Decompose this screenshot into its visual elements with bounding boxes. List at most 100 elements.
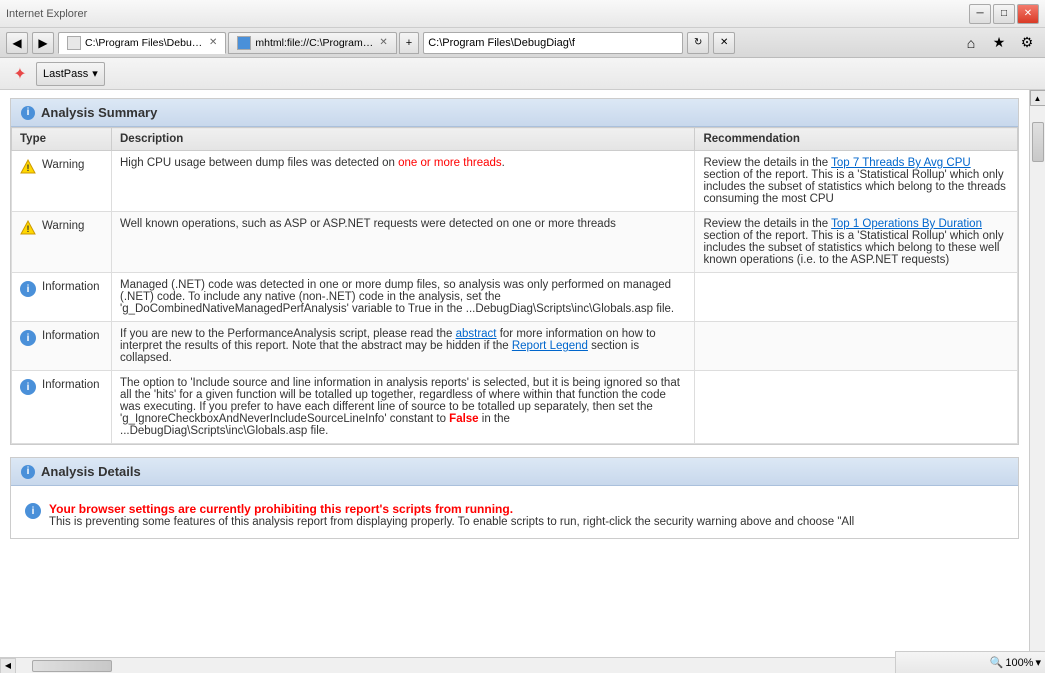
warning-icon-1: ! bbox=[20, 159, 36, 175]
analysis-details-section: i Analysis Details i Your browser settin… bbox=[10, 457, 1019, 539]
top7-threads-link[interactable]: Top 7 Threads By Avg CPU bbox=[831, 157, 971, 169]
tab1-favicon bbox=[67, 36, 81, 50]
home-icon[interactable]: ⌂ bbox=[959, 31, 983, 55]
refresh-button[interactable]: ↻ bbox=[687, 32, 709, 54]
restore-button[interactable]: □ bbox=[993, 4, 1015, 24]
tab2-close[interactable]: ✕ bbox=[379, 37, 387, 48]
lastpass-button[interactable]: LastPass ▾ bbox=[36, 62, 105, 86]
rec-cell-4 bbox=[695, 322, 1018, 371]
close-button[interactable]: ✕ bbox=[1017, 4, 1039, 24]
address-input[interactable] bbox=[423, 32, 683, 54]
tab1-close[interactable]: ✕ bbox=[209, 37, 217, 48]
type-cell-2: ! Warning bbox=[12, 212, 112, 273]
table-row: i Information If you are new to the Perf… bbox=[12, 322, 1018, 371]
type-cell-1: ! Warning bbox=[12, 151, 112, 212]
scroll-up-arrow[interactable]: ▲ bbox=[1030, 90, 1045, 106]
analysis-summary-title: Analysis Summary bbox=[41, 105, 157, 120]
scroll-thumb[interactable] bbox=[1032, 122, 1044, 162]
warning-icon-2: ! bbox=[20, 220, 36, 236]
stop-button[interactable]: ✕ bbox=[713, 32, 735, 54]
desc-text-3: Managed (.NET) code was detected in one … bbox=[120, 279, 674, 315]
zoom-dropdown-icon[interactable]: ▾ bbox=[1035, 656, 1041, 669]
table-row: i Information The option to 'Include sou… bbox=[12, 371, 1018, 444]
type-label-1: Warning bbox=[42, 159, 84, 171]
desc-cell-4: If you are new to the PerformanceAnalysi… bbox=[112, 322, 695, 371]
main-content: i Analysis Summary Type Description Reco… bbox=[0, 90, 1045, 673]
details-section-icon: i bbox=[21, 465, 35, 479]
details-content: i Your browser settings are currently pr… bbox=[11, 486, 1018, 538]
info-icon-3: i bbox=[20, 281, 36, 297]
title-bar: Internet Explorer ─ □ ✕ bbox=[0, 0, 1045, 28]
rec-text-2: Review the details in the Top 1 Operatio… bbox=[703, 218, 1003, 266]
type-label-3: Information bbox=[42, 281, 100, 293]
browser-title: Internet Explorer bbox=[6, 8, 87, 20]
toolbar: ✦ LastPass ▾ bbox=[0, 58, 1045, 90]
info-icon-5: i bbox=[20, 379, 36, 395]
title-bar-left: Internet Explorer bbox=[6, 8, 87, 20]
analysis-summary-table: Type Description Recommendation ! bbox=[11, 127, 1018, 444]
tab1-label: C:\Program Files\DebugDiag\f bbox=[85, 37, 205, 49]
type-cell-4: i Information bbox=[12, 322, 112, 371]
desc-cell-1: High CPU usage between dump files was de… bbox=[112, 151, 695, 212]
rec-cell-1: Review the details in the Top 7 Threads … bbox=[695, 151, 1018, 212]
zoom-level: 100% bbox=[1005, 657, 1033, 669]
col-description: Description bbox=[112, 128, 695, 151]
tab-2[interactable]: mhtml:file://C:\Program Fil... ✕ bbox=[228, 32, 396, 54]
new-tab-button[interactable]: + bbox=[399, 32, 419, 54]
notice-normal-text: This is preventing some features of this… bbox=[49, 516, 854, 528]
svg-text:!: ! bbox=[27, 163, 30, 173]
tab2-label: mhtml:file://C:\Program Fil... bbox=[255, 37, 375, 49]
back-button[interactable]: ◀ bbox=[6, 32, 28, 54]
section-icon: i bbox=[21, 106, 35, 120]
tab-bar: C:\Program Files\DebugDiag\f ✕ mhtml:fil… bbox=[58, 32, 419, 54]
zoom-magnifier-icon: 🔍 bbox=[990, 656, 1004, 669]
report-legend-link[interactable]: Report Legend bbox=[512, 340, 588, 352]
analysis-summary-header: i Analysis Summary bbox=[11, 99, 1018, 127]
analysis-details-title: Analysis Details bbox=[41, 464, 141, 479]
notice-info-icon: i bbox=[25, 503, 41, 519]
desc-cell-2: Well known operations, such as ASP or AS… bbox=[112, 212, 695, 273]
svg-text:!: ! bbox=[27, 224, 30, 234]
type-cell-3: i Information bbox=[12, 273, 112, 322]
desc-text-5: The option to 'Include source and line i… bbox=[120, 377, 680, 437]
info-icon-4: i bbox=[20, 330, 36, 346]
horizontal-scrollbar[interactable]: ◀ ▶ bbox=[0, 657, 1029, 673]
vertical-scrollbar[interactable]: ▲ ▼ bbox=[1029, 90, 1045, 673]
lastpass-dropdown-icon: ▾ bbox=[92, 67, 98, 80]
lastpass-label: LastPass bbox=[43, 68, 88, 80]
col-type: Type bbox=[12, 128, 112, 151]
analysis-summary-section: i Analysis Summary Type Description Reco… bbox=[10, 98, 1019, 445]
analysis-details-header: i Analysis Details bbox=[11, 458, 1018, 486]
settings-icon[interactable]: ⚙ bbox=[1015, 31, 1039, 55]
table-row: ! Warning Well known operations, such as… bbox=[12, 212, 1018, 273]
notice-red-text: Your browser settings are currently proh… bbox=[49, 502, 854, 516]
zoom-bar: 🔍 100% ▾ bbox=[895, 651, 1045, 673]
page-body: i Analysis Summary Type Description Reco… bbox=[0, 90, 1029, 673]
desc-text-4: If you are new to the PerformanceAnalysi… bbox=[120, 328, 656, 364]
type-cell-5: i Information bbox=[12, 371, 112, 444]
table-row: i Information Managed (.NET) code was de… bbox=[12, 273, 1018, 322]
top1-operations-link[interactable]: Top 1 Operations By Duration bbox=[831, 218, 982, 230]
minimize-button[interactable]: ─ bbox=[969, 4, 991, 24]
type-label-4: Information bbox=[42, 330, 100, 342]
abstract-link[interactable]: abstract bbox=[456, 328, 497, 340]
favorites-icon[interactable]: ★ bbox=[987, 31, 1011, 55]
table-row: ! Warning High CPU usage between dump fi… bbox=[12, 151, 1018, 212]
desc-text-2: Well known operations, such as ASP or AS… bbox=[120, 218, 616, 230]
type-label-2: Warning bbox=[42, 220, 84, 232]
rec-cell-5 bbox=[695, 371, 1018, 444]
h-scroll-thumb[interactable] bbox=[32, 660, 112, 672]
desc-cell-3: Managed (.NET) code was detected in one … bbox=[112, 273, 695, 322]
lastpass-star-icon: ✦ bbox=[8, 62, 32, 86]
tab2-favicon bbox=[237, 36, 251, 50]
rec-cell-2: Review the details in the Top 1 Operatio… bbox=[695, 212, 1018, 273]
tab-1[interactable]: C:\Program Files\DebugDiag\f ✕ bbox=[58, 32, 226, 54]
rec-cell-3 bbox=[695, 273, 1018, 322]
forward-button[interactable]: ▶ bbox=[32, 32, 54, 54]
address-bar: ◀ ▶ C:\Program Files\DebugDiag\f ✕ mhtml… bbox=[0, 28, 1045, 58]
desc-cell-5: The option to 'Include source and line i… bbox=[112, 371, 695, 444]
title-bar-controls: ─ □ ✕ bbox=[969, 4, 1039, 24]
desc-text-1: High CPU usage between dump files was de… bbox=[120, 157, 505, 169]
scroll-left-arrow[interactable]: ◀ bbox=[0, 658, 16, 673]
browser-notice: i Your browser settings are currently pr… bbox=[25, 502, 1004, 528]
